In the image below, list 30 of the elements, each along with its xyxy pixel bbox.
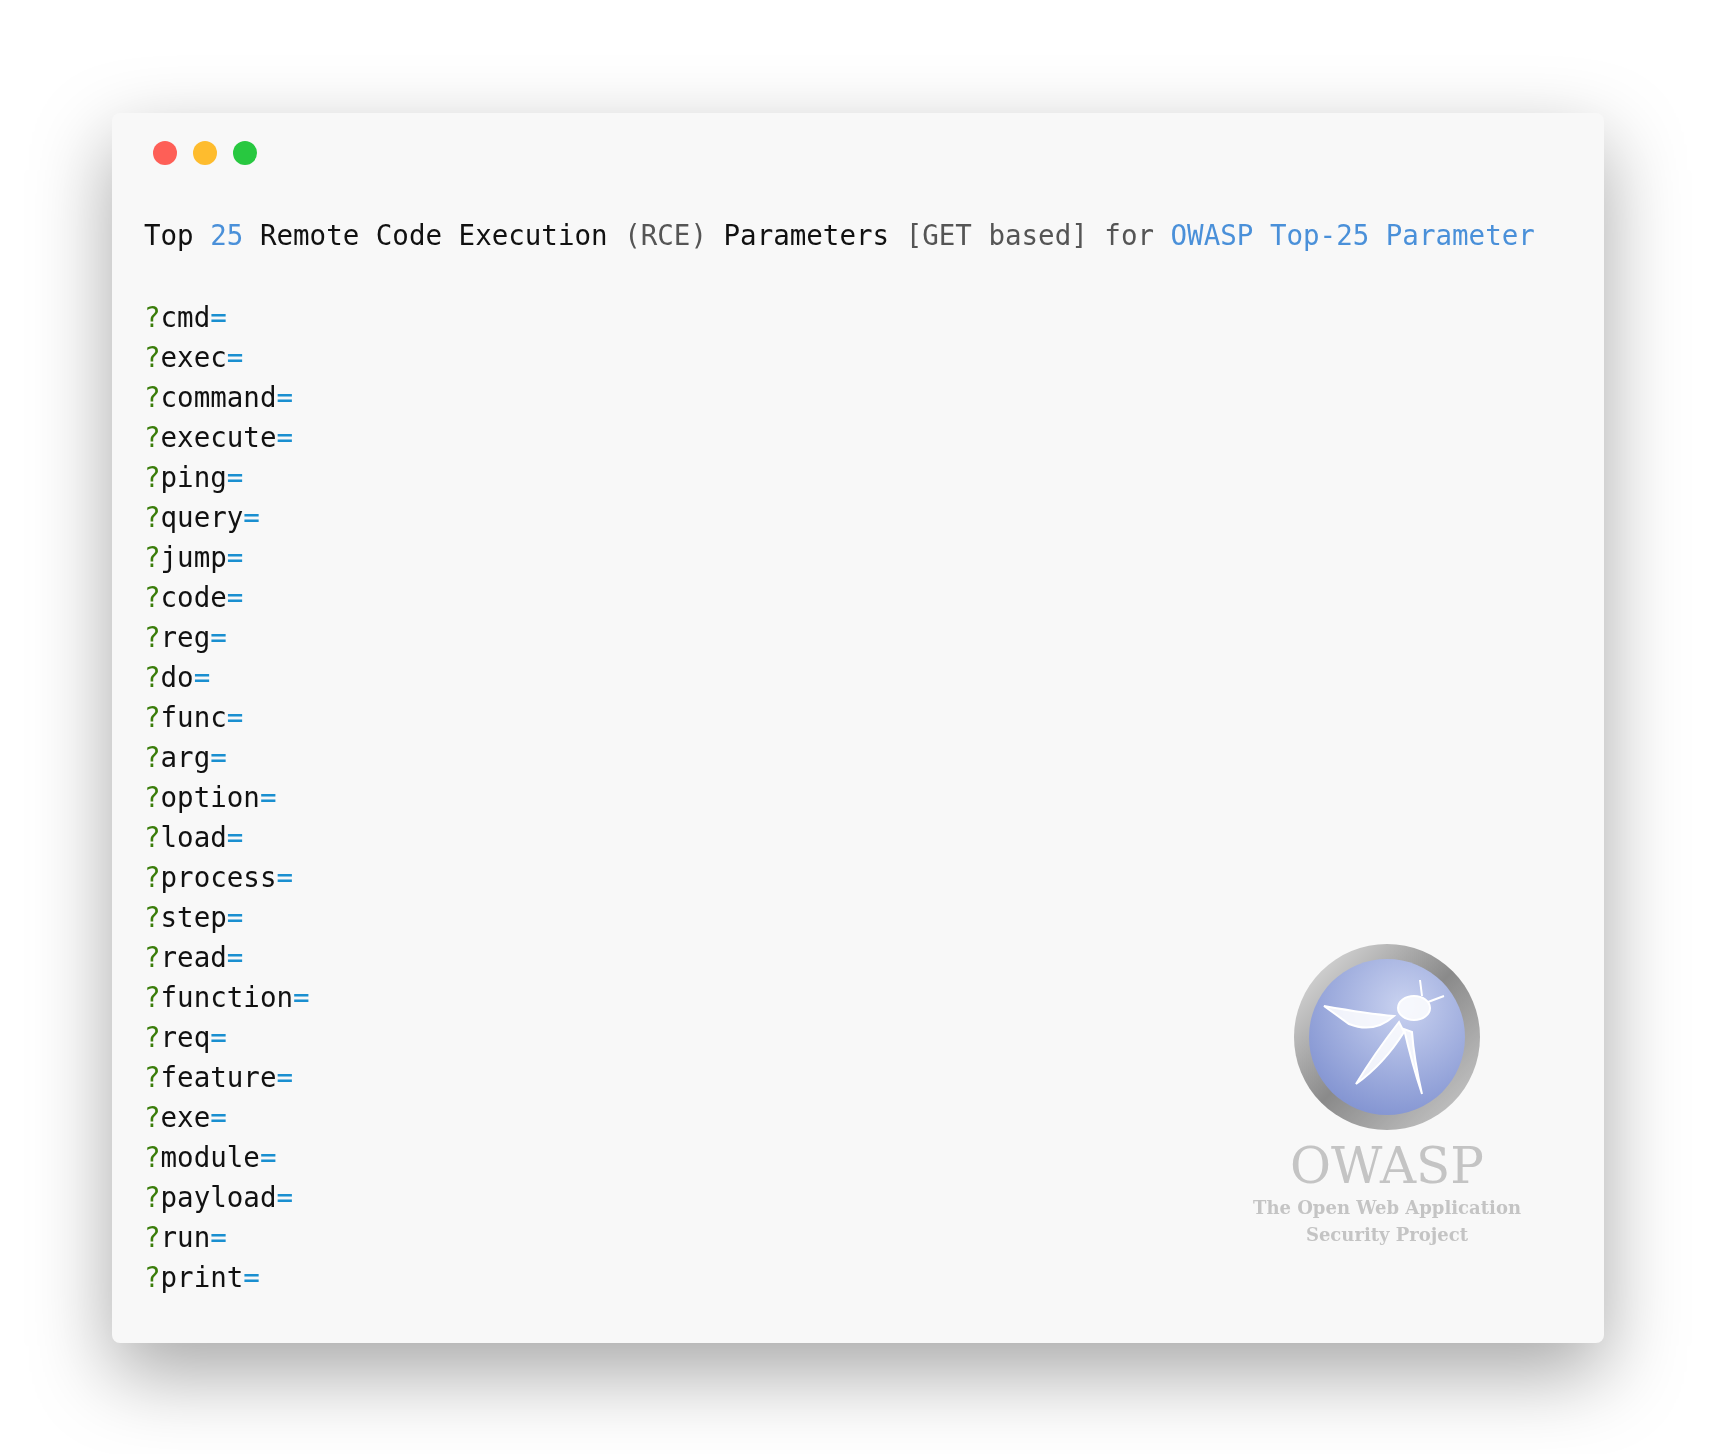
code-line: ?payload= xyxy=(144,1180,295,1215)
code-line: ?ping= xyxy=(144,460,245,495)
code-line: ?cmd= xyxy=(144,300,228,335)
code-line: ?reg= xyxy=(144,620,228,655)
code-line: ?feature= xyxy=(144,1060,295,1095)
code-line: ?arg= xyxy=(144,740,228,775)
wasp-emblem-icon xyxy=(1294,944,1480,1130)
code-line: ?run= xyxy=(144,1220,228,1255)
window-minimize-button[interactable] xyxy=(193,141,217,165)
code-line: ?command= xyxy=(144,380,295,415)
code-line: ?execute= xyxy=(144,420,295,455)
code-line: Top 25 Remote Code Execution (RCE) Parameters [GET based] for OWASP Top-25 Parameter xyxy=(144,218,1536,253)
code-line: ?jump= xyxy=(144,540,245,575)
code-line: ?do= xyxy=(144,660,212,695)
code-line: ?step= xyxy=(144,900,245,935)
code-line: ?func= xyxy=(144,700,245,735)
code-line: ?print= xyxy=(144,1260,261,1295)
code-line: ?exe= xyxy=(144,1100,228,1135)
code-line: ?code= xyxy=(144,580,245,615)
window-zoom-button[interactable] xyxy=(233,141,257,165)
code-line: ?exec= xyxy=(144,340,245,375)
code-line: ?function= xyxy=(144,980,310,1015)
code-line: ?query= xyxy=(144,500,261,535)
window-close-button[interactable] xyxy=(153,141,177,165)
code-line: ?process= xyxy=(144,860,295,895)
code-line: ?option= xyxy=(144,780,278,815)
code-line: ?req= xyxy=(144,1020,228,1055)
code-line: ?read= xyxy=(144,940,245,975)
code-line: ?load= xyxy=(144,820,245,855)
code-line: ?module= xyxy=(144,1140,278,1175)
